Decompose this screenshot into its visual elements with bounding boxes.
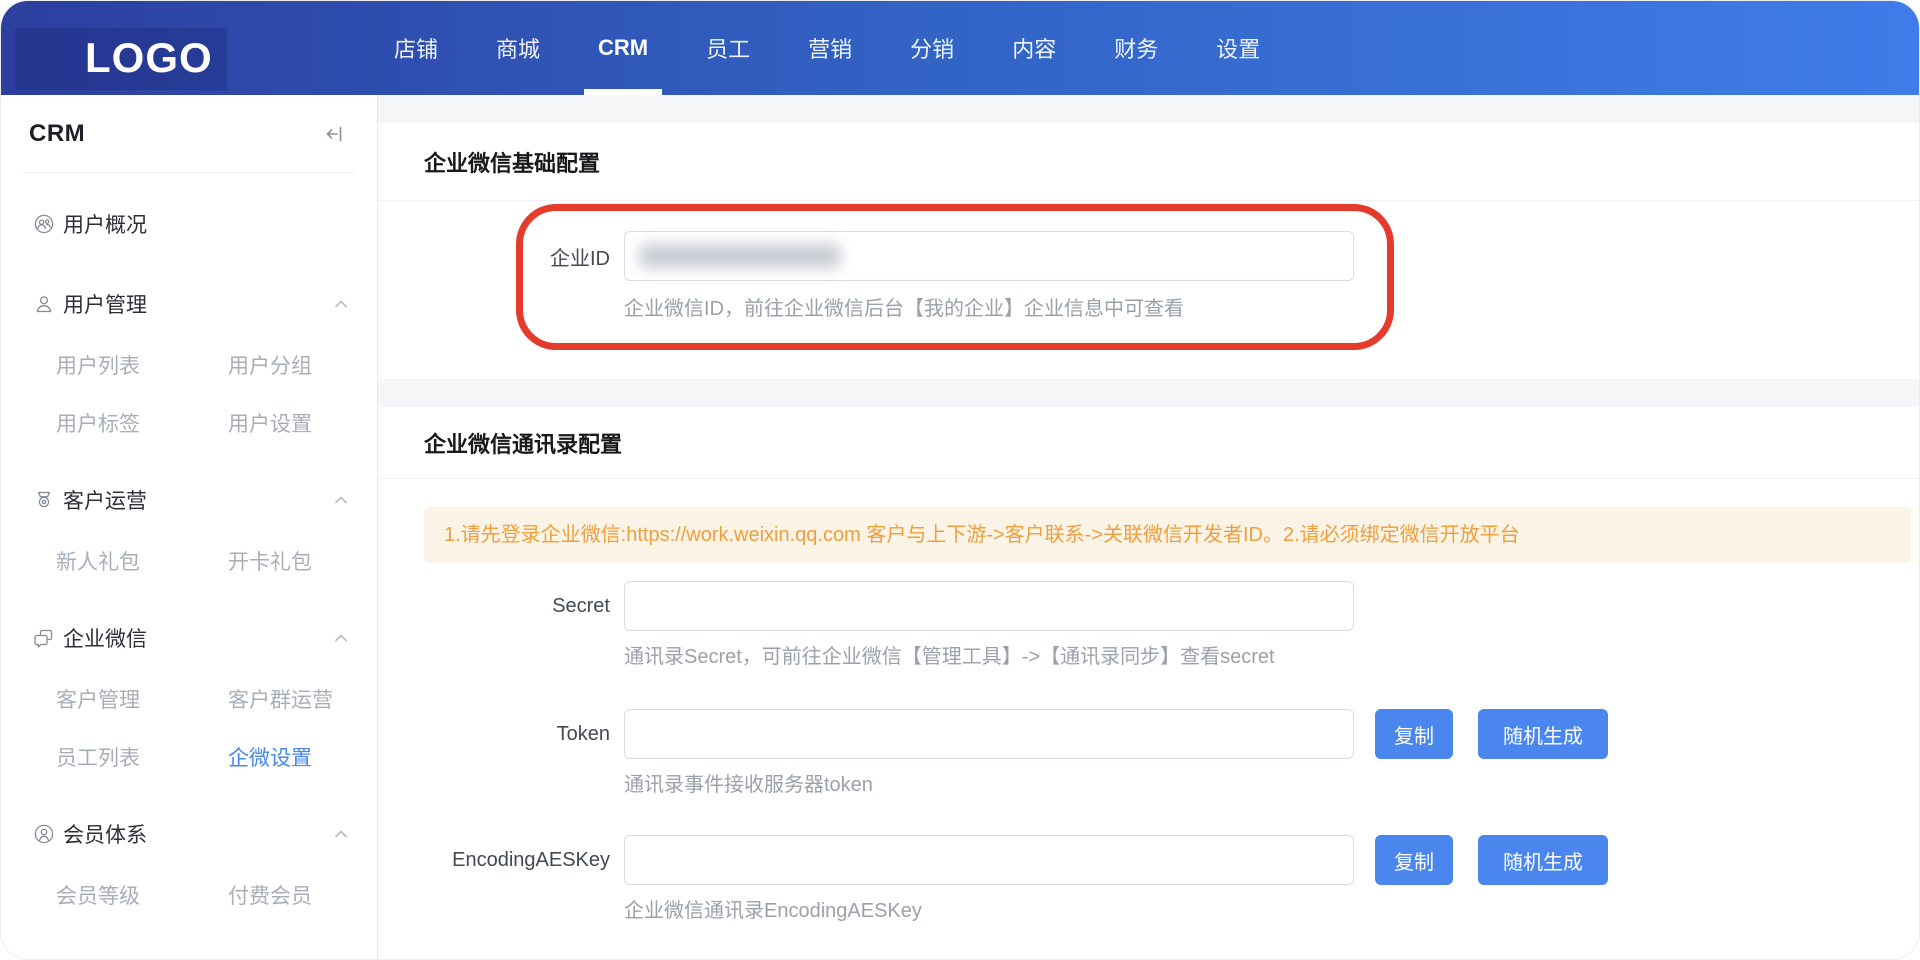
- sidebar-item-paid-membership[interactable]: 付费会员: [228, 880, 377, 910]
- sidebar-subgroup: 用户列表 用户分组 用户标签 用户设置: [1, 336, 377, 452]
- nav-tab-mall[interactable]: 商城: [496, 1, 540, 95]
- section-title: 企业微信通讯录配置: [378, 407, 1919, 479]
- nav-tab-staff[interactable]: 员工: [706, 1, 750, 95]
- users-overview-icon: [33, 213, 55, 235]
- sidebar-item-label: 会员体系: [63, 819, 331, 849]
- nav-tab-marketing[interactable]: 营销: [808, 1, 852, 95]
- sidebar-item-wecom-settings[interactable]: 企微设置: [228, 742, 377, 772]
- secret-input[interactable]: [624, 581, 1354, 631]
- sidebar-item-customer-operation[interactable]: 客户运营: [1, 468, 377, 532]
- nav-tabs: 店铺 商城 CRM 员工 营销 分销 内容 财务 设置: [394, 1, 1260, 95]
- section-title: 企业微信基础配置: [378, 123, 1919, 201]
- aeskey-generate-button[interactable]: 随机生成: [1478, 835, 1608, 885]
- sidebar-item-label: 客户运营: [63, 485, 331, 515]
- sidebar-item-card-pack[interactable]: 开卡礼包: [228, 546, 377, 576]
- sidebar-title: CRM: [29, 120, 85, 148]
- nav-tab-distribution[interactable]: 分销: [910, 1, 954, 95]
- token-label: Token: [378, 723, 610, 746]
- notice-banner: 1.请先登录企业微信:https://work.weixin.qq.com 客户…: [424, 507, 1911, 563]
- chevron-up-icon[interactable]: [331, 294, 351, 314]
- aeskey-label: EncodingAESKey: [378, 849, 610, 872]
- sidebar-item-user-overview[interactable]: 用户概况: [1, 192, 377, 256]
- token-input[interactable]: [624, 709, 1354, 759]
- sidebar-item-customer-management[interactable]: 客户管理: [56, 684, 228, 714]
- token-input-field[interactable]: [640, 710, 1338, 758]
- token-generate-button[interactable]: 随机生成: [1478, 709, 1608, 759]
- token-help: 通讯录事件接收服务器token: [624, 771, 1919, 799]
- chat-bubbles-icon: [33, 627, 55, 649]
- top-navigation: LOGO 店铺 商城 CRM 员工 营销 分销 内容 财务 设置: [1, 1, 1919, 95]
- logo: LOGO: [85, 27, 213, 89]
- sidebar-subgroup: 客户管理 客户群运营 员工列表 企微设置: [1, 670, 377, 786]
- sidebar: CRM: [1, 95, 378, 960]
- redacted-value: [640, 244, 840, 268]
- secret-help: 通讯录Secret，可前往企业微信【管理工具】->【通讯录同步】查看secret: [624, 643, 1919, 671]
- chevron-up-icon[interactable]: [331, 490, 351, 510]
- chevron-up-icon[interactable]: [331, 628, 351, 648]
- sidebar-item-membership[interactable]: 会员体系: [1, 802, 377, 866]
- app-window: LOGO 店铺 商城 CRM 员工 营销 分销 内容 财务 设置 CRM: [0, 0, 1920, 960]
- aeskey-help: 企业微信通讯录EncodingAESKey: [624, 897, 1919, 925]
- sidebar-item-label: 用户管理: [63, 289, 331, 319]
- nav-tab-crm[interactable]: CRM: [598, 1, 648, 95]
- sidebar-item-user-tags[interactable]: 用户标签: [56, 408, 228, 438]
- sidebar-item-user-list[interactable]: 用户列表: [56, 350, 228, 380]
- sidebar-item-label: 用户概况: [63, 209, 351, 239]
- secret-label: Secret: [378, 595, 610, 618]
- sidebar-item-user-management[interactable]: 用户管理: [1, 272, 377, 336]
- user-icon: [33, 293, 55, 315]
- nav-tab-content[interactable]: 内容: [1012, 1, 1056, 95]
- sidebar-item-user-settings[interactable]: 用户设置: [228, 408, 377, 438]
- sidebar-item-wecom[interactable]: 企业微信: [1, 606, 377, 670]
- main-content: 企业微信基础配置 企业ID 企业微信ID，前往企业微信后台【我的企业】企业信息中…: [378, 95, 1919, 960]
- sidebar-menu: 用户概况 用户管理 用户列表 用户分组: [1, 173, 377, 924]
- member-icon: [33, 823, 55, 845]
- collapse-left-icon[interactable]: [321, 121, 347, 147]
- sidebar-item-user-groups[interactable]: 用户分组: [228, 350, 377, 380]
- section-wecom-contacts-config: 企业微信通讯录配置 1.请先登录企业微信:https://work.weixin…: [378, 407, 1919, 960]
- nav-tab-finance[interactable]: 财务: [1114, 1, 1158, 95]
- sidebar-subgroup: 会员等级 付费会员: [1, 866, 377, 924]
- sidebar-item-staff-list[interactable]: 员工列表: [56, 742, 228, 772]
- secret-input-field[interactable]: [640, 582, 1338, 630]
- token-copy-button[interactable]: 复制: [1375, 709, 1453, 759]
- corp-id-help: 企业微信ID，前往企业微信后台【我的企业】企业信息中可查看: [624, 295, 1919, 323]
- section-wecom-basic-config: 企业微信基础配置 企业ID 企业微信ID，前往企业微信后台【我的企业】企业信息中…: [378, 123, 1919, 379]
- sidebar-item-newcomer-pack[interactable]: 新人礼包: [56, 546, 228, 576]
- sidebar-item-member-levels[interactable]: 会员等级: [56, 880, 228, 910]
- aeskey-input-field[interactable]: [640, 836, 1338, 884]
- nav-tab-shop[interactable]: 店铺: [394, 1, 438, 95]
- nav-tab-settings[interactable]: 设置: [1216, 1, 1260, 95]
- sidebar-item-customer-group-operation[interactable]: 客户群运营: [228, 684, 377, 714]
- aeskey-copy-button[interactable]: 复制: [1375, 835, 1453, 885]
- badge-icon: [33, 489, 55, 511]
- sidebar-subgroup: 新人礼包 开卡礼包: [1, 532, 377, 590]
- corp-id-label: 企业ID: [378, 242, 610, 271]
- chevron-up-icon[interactable]: [331, 824, 351, 844]
- aeskey-input[interactable]: [624, 835, 1354, 885]
- sidebar-item-label: 企业微信: [63, 623, 331, 653]
- corp-id-input[interactable]: [624, 231, 1354, 281]
